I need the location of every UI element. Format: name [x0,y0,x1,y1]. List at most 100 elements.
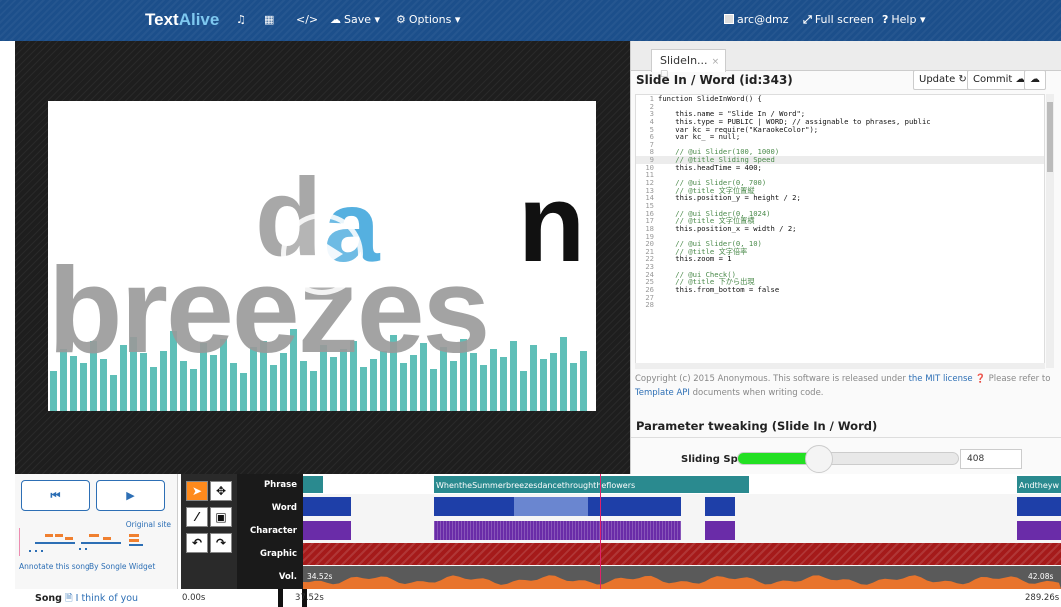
playhead[interactable] [600,474,601,589]
code-icon[interactable]: </> [296,13,318,26]
character-block[interactable] [1017,521,1061,540]
timeline[interactable]: WhentheSummerbreezesdancethroughtheflowe… [303,474,1061,589]
document-icon: 🗎 [64,593,73,604]
code-line[interactable]: 18 this.position_x = width / 2; [636,225,1044,233]
time-start: 0.00s [182,593,206,603]
volume-end-label: 42.08s [1028,572,1054,581]
phrase-block[interactable]: Andtheyw [1017,476,1061,493]
time-marker[interactable] [278,589,283,607]
phrase-block[interactable]: WhentheSummerbreezesdancethroughtheflowe… [434,476,749,493]
visualizer-bar [540,359,547,411]
edit-tools: ➤ ✥ ⁄ ▣ ↶ ↷ [181,474,237,589]
image-icon[interactable]: ▣ [210,507,232,527]
line-number: 28 [645,300,654,310]
play-button[interactable]: ▶ [96,480,165,511]
refresh-icon: ↻ [958,74,967,85]
magic-wand-icon[interactable]: ⁄ [186,507,208,527]
pointer-tool-icon[interactable]: ➤ [186,481,208,501]
template-title: Slide In / Word (id:343) [636,73,793,87]
code-line[interactable]: 27 [636,293,1044,302]
play-overlay-button[interactable] [281,213,363,295]
scrollbar-thumb[interactable] [1047,102,1053,172]
rewind-button[interactable]: ⏮ [21,480,90,511]
volume-start-label: 34.52s [307,572,333,581]
mit-license-link[interactable]: the MIT license [909,374,973,384]
help-menu[interactable]: ? Help ▾ [882,13,926,26]
sliding-speed-slider[interactable] [737,452,959,465]
cloud-download-button[interactable]: ☁ [1024,70,1046,90]
avatar [724,14,734,24]
songle-mini-graph [19,528,143,556]
play-icon: ▶ [126,489,135,502]
code-line[interactable]: 28 [636,301,1044,309]
time-ruler[interactable]: 0.00s 37.52s 289.26s [178,589,1061,607]
code-text: this.from_bottom = false [658,285,780,295]
code-line[interactable]: 14 this.position_y = height / 2; [636,194,1044,202]
fullscreen-button[interactable]: ⤢ Full screen [803,13,874,27]
graphic-track[interactable] [303,543,1061,565]
word-breezes: breezes [48,242,490,378]
word-block-selected[interactable] [514,497,588,516]
character-block[interactable] [303,521,351,540]
code-line[interactable]: 1 function SlideInWord() { [636,95,1044,103]
commit-button[interactable]: Commit ☁ [967,70,1032,90]
code-vertical-scrollbar[interactable] [1046,94,1054,368]
editor-tabbar: SlideIn... × ☐ [631,41,1061,80]
line-number: 8 [649,147,654,157]
license-notice: Copyright (c) 2015 Anonymous. This softw… [635,374,1051,398]
word-block[interactable] [1017,497,1061,516]
volume-waveform [303,575,1061,589]
song-title-link[interactable]: I think of you [76,593,138,604]
top-navbar: TextAlive ♫ ▦ </> ☁ Save ▾ ⚙ Options ▾ arc… [0,0,1061,41]
move-tool-icon[interactable]: ✥ [210,481,232,501]
code-line[interactable]: 6 var kc_ = null; [636,133,1044,141]
code-editor-panel: SlideIn... × ☐ Slide In / Word (id:343) U… [630,41,1061,474]
visualizer-bar [110,375,117,411]
options-menu[interactable]: ⚙ Options ▾ [396,13,460,26]
play-icon [316,237,343,271]
code-line[interactable]: 10 this.headTime = 400; [636,163,1044,172]
visualizer-bar [580,351,587,411]
track-label-vol: Vol. [278,572,297,582]
lyrics-canvas[interactable]: d a n breezes [48,101,596,411]
track-label-word: Word [271,503,297,513]
undo-icon[interactable]: ↶ [186,533,208,553]
tab-slidein[interactable]: SlideIn... × ☐ [651,49,726,80]
music-note-icon[interactable]: ♫ [236,13,246,26]
user-menu[interactable]: arc@dmz [724,13,789,26]
time-end: 289.26s [1025,593,1060,603]
brand-logo[interactable]: TextAlive [145,10,219,30]
parameter-tweaking-header: Parameter tweaking (Slide In / Word) [631,413,1061,438]
character-block[interactable] [705,521,735,540]
word-block[interactable] [588,497,681,516]
redo-icon[interactable]: ↷ [210,533,232,553]
film-icon[interactable]: ▦ [264,13,274,26]
word-block[interactable] [705,497,735,516]
code-horizontal-scrollbar[interactable] [635,363,1045,369]
annotate-link[interactable]: Annotate this song [19,562,90,571]
visualizer-bar [550,353,557,411]
code-text: this.position_y = height / 2; [658,193,801,203]
code-line[interactable]: 22 this.zoom = 1 [636,255,1044,263]
visualizer-bar [490,349,497,411]
sliding-speed-value-input[interactable]: 408 [960,449,1022,469]
character-block[interactable] [434,521,681,540]
code-area[interactable]: 1 function SlideInWord() {2 3 this.name = … [635,94,1045,368]
save-menu[interactable]: ☁ Save ▾ [330,13,380,26]
cloud-download-icon: ☁ [1030,74,1040,85]
slider-knob[interactable] [805,445,833,473]
word-block[interactable] [434,497,514,516]
word-block[interactable] [303,497,351,516]
code-text: function SlideInWord() { [658,94,762,103]
track-label-graphic: Graphic [260,549,297,559]
expand-icon: ⤢ [803,13,812,26]
cloud-icon: ☁ [330,13,341,26]
template-api-link[interactable]: Template API [635,388,690,398]
visualizer-bar [530,345,537,411]
phrase-block[interactable] [303,476,323,493]
character-track [303,519,1061,541]
code-line[interactable]: 26 this.from_bottom = false [636,286,1044,294]
brand-accent: Alive [178,10,220,29]
songle-widget-link[interactable]: By Songle Widget [89,562,155,571]
update-button[interactable]: Update ↻ [913,70,973,90]
